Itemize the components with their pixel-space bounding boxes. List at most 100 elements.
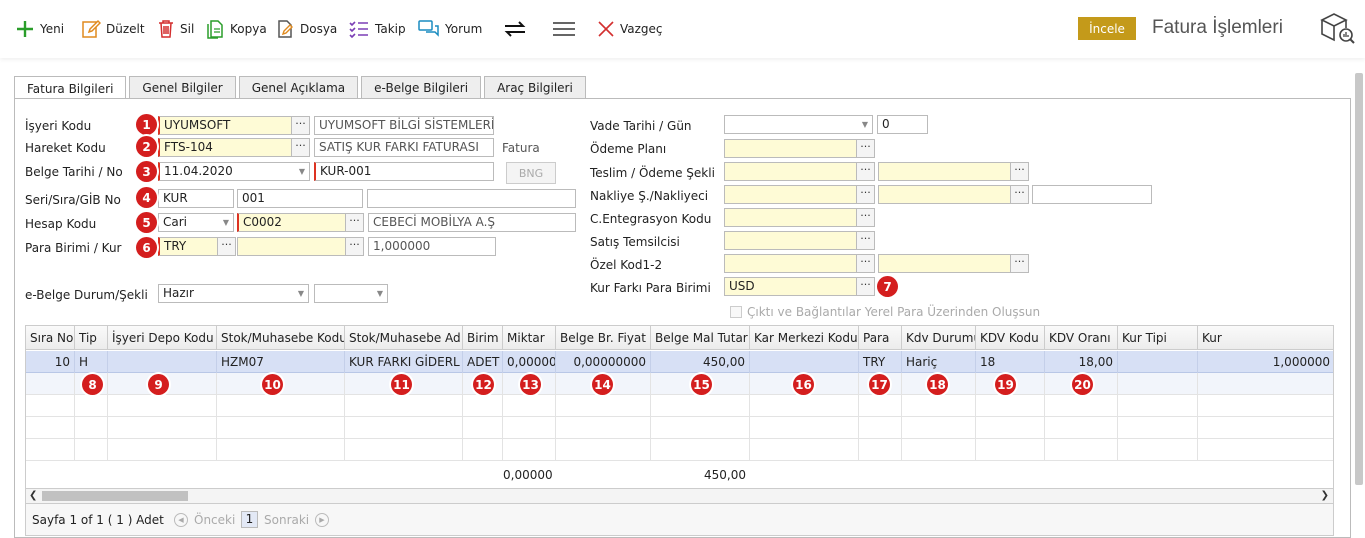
column-header[interactable]: Kdv Durumu	[902, 326, 976, 350]
column-header[interactable]: Stok/Muhasebe Kodu	[217, 326, 345, 350]
scroll-left-arrow-icon[interactable]: ❮	[29, 489, 37, 503]
column-header[interactable]: İşyeri Depo Kodu	[108, 326, 217, 350]
tab-ebelge-info[interactable]: e-Belge Bilgileri	[361, 76, 482, 99]
integration-code-lookup-button[interactable]: ···	[856, 208, 875, 227]
movement-code-input[interactable]: FTS-104	[158, 138, 292, 157]
due-date-select[interactable]	[724, 115, 873, 134]
table-row[interactable]	[26, 439, 1333, 461]
rate-input[interactable]: 1,000000	[368, 237, 496, 256]
payment-plan-input[interactable]	[724, 139, 858, 158]
column-header[interactable]: KDV Kodu	[976, 326, 1045, 350]
bng-button[interactable]: BNG	[506, 162, 556, 184]
menu-button[interactable]	[552, 18, 576, 40]
shipping-method-lookup-button[interactable]: ···	[856, 185, 875, 204]
currency-input[interactable]: TRY	[158, 237, 218, 256]
table-row[interactable]: 10 H HZM07 KUR FARKI GİDERL ADET 0,00000…	[26, 351, 1333, 373]
due-days-input[interactable]: 0	[877, 115, 928, 134]
ebelge-status-select[interactable]: Hazır	[158, 284, 309, 303]
grid-horizontal-scrollbar[interactable]: ❮ ❯	[25, 488, 1334, 504]
column-header[interactable]: Kur	[1198, 326, 1333, 350]
column-header[interactable]: Stok/Muhasebe Ad	[345, 326, 463, 350]
account-code-input[interactable]: C0002	[237, 213, 347, 232]
page-title: Fatura İşlemleri	[1152, 17, 1283, 38]
column-header[interactable]: Belge Br. Fiyat	[556, 326, 651, 350]
table-row[interactable]	[26, 417, 1333, 439]
movement-code-lookup-button[interactable]: ···	[291, 138, 310, 157]
column-header[interactable]: Para	[859, 326, 902, 350]
workplace-code-lookup-button[interactable]: ···	[291, 116, 310, 135]
cancel-button[interactable]: Vazgeç	[597, 18, 663, 40]
column-header[interactable]: Miktar	[503, 326, 556, 350]
next-page-button[interactable]: Sonraki	[264, 513, 309, 527]
special-code1-input[interactable]	[724, 254, 858, 273]
comment-button[interactable]: Yorum	[418, 18, 482, 40]
marker-badge: 20	[1072, 374, 1093, 395]
delivery-input[interactable]	[724, 162, 858, 181]
column-header[interactable]: Kur Tipi	[1118, 326, 1198, 350]
new-button[interactable]: Yeni	[15, 18, 64, 40]
currency-extra-input[interactable]	[237, 237, 347, 256]
file-button[interactable]: Dosya	[275, 18, 337, 40]
carrier-lookup-button[interactable]: ···	[1010, 185, 1029, 204]
next-page-icon[interactable]: ▶	[315, 513, 329, 527]
current-page-button[interactable]: 1	[241, 511, 258, 528]
integration-code-input[interactable]	[724, 208, 858, 227]
local-output-checkbox[interactable]	[730, 306, 742, 318]
sequence-input[interactable]: 001	[237, 189, 363, 208]
payment-method-input[interactable]	[878, 162, 1012, 181]
due-date-dropdown-icon[interactable]: ▼	[858, 115, 872, 134]
edit-button[interactable]: Düzelt	[81, 18, 145, 40]
total-amount: 450,00	[704, 468, 746, 482]
delete-button[interactable]: Sil	[157, 18, 194, 40]
copy-icon	[207, 20, 223, 39]
copy-button[interactable]: Kopya	[205, 18, 267, 40]
payment-plan-lookup-button[interactable]: ···	[856, 139, 875, 158]
special-code1-lookup-button[interactable]: ···	[856, 254, 875, 273]
prev-page-button[interactable]: Önceki	[194, 513, 235, 527]
scroll-thumb[interactable]	[42, 491, 188, 501]
marker-badge: 18	[927, 374, 948, 395]
table-row[interactable]	[26, 373, 1333, 395]
currency-lookup-button[interactable]: ···	[217, 237, 236, 256]
column-header[interactable]: Tip	[75, 326, 108, 350]
column-header[interactable]: KDV Oranı	[1045, 326, 1118, 350]
account-type-dropdown-icon[interactable]: ▼	[219, 213, 233, 232]
cube-report-icon[interactable]	[1318, 12, 1356, 47]
transfer-button[interactable]	[503, 18, 527, 40]
ebelge-form-dropdown-icon[interactable]: ▼	[373, 284, 387, 303]
doc-date-input[interactable]: 11.04.2020	[158, 162, 310, 181]
follow-button[interactable]: Takip	[348, 18, 406, 40]
column-header[interactable]: Kar Merkezi Kodu	[750, 326, 859, 350]
account-code-lookup-button[interactable]: ···	[345, 213, 364, 232]
doc-date-dropdown-icon[interactable]: ▼	[295, 162, 309, 181]
table-row[interactable]	[26, 395, 1333, 417]
sales-rep-lookup-button[interactable]: ···	[856, 231, 875, 250]
workplace-code-input[interactable]: UYUMSOFT	[158, 116, 292, 135]
scroll-right-arrow-icon[interactable]: ❯	[1321, 489, 1329, 503]
sales-rep-input[interactable]	[724, 231, 858, 250]
page-vertical-scrollbar[interactable]	[1355, 73, 1363, 485]
fx-currency-input[interactable]: USD	[724, 277, 858, 296]
tab-general-info[interactable]: Genel Bilgiler	[129, 76, 236, 99]
serial-input[interactable]: KUR	[158, 189, 234, 208]
ebelge-status-label: e-Belge Durum/Şekli	[25, 288, 148, 302]
prev-page-icon[interactable]: ◀	[174, 513, 188, 527]
tab-general-description[interactable]: Genel Açıklama	[238, 76, 359, 99]
currency-extra-lookup-button[interactable]: ···	[345, 237, 364, 256]
column-header[interactable]: Birim	[463, 326, 503, 350]
inspect-button[interactable]: İncele	[1078, 17, 1136, 40]
delivery-lookup-button[interactable]: ···	[856, 162, 875, 181]
special-code2-lookup-button[interactable]: ···	[1010, 254, 1029, 273]
column-header[interactable]: Sıra No	[26, 326, 75, 350]
shipping-method-input[interactable]	[724, 185, 858, 204]
tab-invoice-info[interactable]: Fatura Bilgileri	[14, 76, 127, 100]
doc-no-input[interactable]: KUR-001	[314, 162, 494, 181]
tab-vehicle-info[interactable]: Araç Bilgileri	[484, 76, 586, 99]
fx-currency-lookup-button[interactable]: ···	[856, 277, 875, 296]
payment-method-lookup-button[interactable]: ···	[1010, 162, 1029, 181]
carrier-input[interactable]	[878, 185, 1012, 204]
special-code2-input[interactable]	[878, 254, 1012, 273]
ebelge-status-dropdown-icon[interactable]: ▼	[294, 284, 308, 303]
gib-no-input[interactable]	[367, 189, 576, 208]
column-header[interactable]: Belge Mal Tutar	[651, 326, 750, 350]
